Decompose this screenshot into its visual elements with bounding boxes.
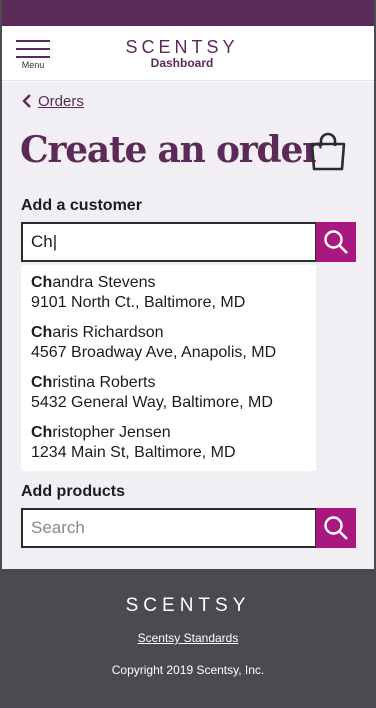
product-search-input[interactable]	[21, 508, 317, 548]
shopping-bag-icon	[310, 132, 346, 171]
suggestion-address: 1234 Main St, Baltimore, MD	[31, 444, 236, 461]
page-title: Create an order	[20, 129, 321, 171]
breadcrumb[interactable]: Orders	[22, 93, 84, 110]
suggestion-name-rest: ristopher Jensen	[52, 424, 171, 441]
suggestion-name-rest: andra Stevens	[52, 274, 156, 291]
suggestion-item[interactable]: Christopher Jensen 1234 Main St, Baltimo…	[21, 415, 316, 465]
menu-label: Menu	[21, 60, 45, 70]
add-customer-label: Add a customer	[21, 197, 142, 214]
product-search	[21, 508, 356, 548]
search-icon	[324, 516, 348, 540]
footer-brand-logo: SCENTSY	[125, 595, 251, 616]
search-icon	[324, 230, 348, 254]
brand-subtitle: Dashboard	[150, 56, 214, 70]
copyright-text: Copyright 2019 Scentsy, Inc.	[111, 663, 265, 677]
suggestion-match: Ch	[31, 424, 53, 441]
suggestion-address: 4567 Broadway Ave, Anapolis, MD	[31, 344, 277, 361]
suggestion-name: Christopher Jensen	[31, 423, 316, 443]
hamburger-icon	[16, 40, 50, 42]
menu-button[interactable]: Menu	[14, 40, 52, 72]
customer-search-button[interactable]	[316, 222, 356, 262]
suggestion-match: Ch	[31, 374, 53, 391]
add-products-label: Add products	[21, 483, 125, 500]
status-bar	[0, 0, 376, 26]
customer-suggestions: Chandra Stevens 9101 North Ct., Baltimor…	[21, 265, 316, 471]
suggestion-name: Charis Richardson	[31, 323, 316, 343]
suggestion-match: Ch	[31, 324, 53, 341]
main-content: Orders Create an order Add a customer Ch…	[0, 82, 376, 569]
product-search-button[interactable]	[316, 508, 356, 548]
customer-search-input[interactable]	[21, 222, 317, 262]
suggestion-name: Christina Roberts	[31, 373, 316, 393]
chevron-left-icon	[22, 94, 31, 108]
suggestion-address: 9101 North Ct., Baltimore, MD	[31, 294, 246, 311]
suggestion-name-rest: ristina Roberts	[52, 374, 156, 391]
suggestion-item[interactable]: Charis Richardson 4567 Broadway Ave, Ana…	[21, 315, 316, 365]
app-header: Menu SCENTSY Dashboard	[0, 26, 376, 81]
breadcrumb-orders-link[interactable]: Orders	[38, 93, 84, 110]
suggestion-item[interactable]: Chandra Stevens 9101 North Ct., Baltimor…	[21, 265, 316, 315]
suggestion-name-rest: aris Richardson	[52, 324, 164, 341]
suggestion-name: Chandra Stevens	[31, 273, 316, 293]
scentsy-standards-link[interactable]: Scentsy Standards	[0, 631, 376, 645]
suggestion-match: Ch	[31, 274, 53, 291]
brand-logo: SCENTSY Dashboard	[100, 37, 264, 70]
suggestion-item[interactable]: Christina Roberts 5432 General Way, Balt…	[21, 365, 316, 415]
customer-search	[21, 222, 356, 262]
hamburger-icon-bar	[16, 56, 50, 58]
suggestion-address: 5432 General Way, Baltimore, MD	[31, 394, 273, 411]
hamburger-icon-bar	[16, 48, 50, 50]
site-footer: SCENTSY Scentsy Standards Copyright 2019…	[0, 569, 376, 708]
brand-name: SCENTSY	[125, 37, 239, 57]
